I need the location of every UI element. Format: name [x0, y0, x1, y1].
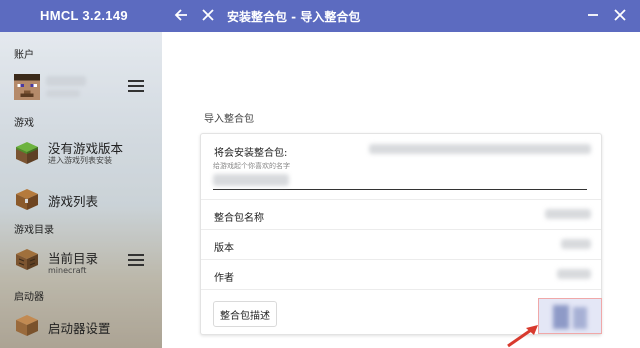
window-close-icon[interactable]: [609, 4, 631, 26]
section-game-dir-label: 游戏目录: [14, 225, 54, 236]
import-modpack-heading: 导入整合包: [204, 114, 254, 125]
player-avatar: [14, 74, 40, 100]
app-title: HMCL 3.2.149: [40, 8, 128, 23]
pack-name-row: 整合包名称: [201, 200, 601, 230]
pack-name-label: 整合包名称: [214, 213, 264, 224]
version-redacted: [561, 239, 591, 249]
page-title: 安装整合包 - 导入整合包: [227, 10, 361, 24]
modpack-description-button[interactable]: 整合包描述: [213, 301, 277, 327]
close-page-icon[interactable]: [197, 4, 219, 26]
crafting-table-icon: [14, 246, 40, 272]
launcher-settings-icon: [14, 312, 40, 338]
version-row: 版本: [201, 230, 601, 260]
version-label: 版本: [214, 243, 234, 254]
minimize-icon[interactable]: [582, 4, 604, 26]
account-menu-icon[interactable]: [128, 80, 144, 92]
current-dir-title: 当前目录: [48, 251, 99, 266]
section-account-label: 账户: [14, 50, 34, 61]
account-type-redacted: [46, 90, 80, 97]
section-game-label: 游戏: [14, 118, 34, 129]
install-button-redacted[interactable]: [538, 298, 602, 334]
game-dir-menu-icon[interactable]: [128, 254, 144, 266]
author-row: 作者: [201, 260, 601, 290]
author-redacted: [557, 269, 591, 279]
game-list-label: 游戏列表: [48, 194, 99, 209]
pack-name-redacted: [545, 209, 591, 219]
modpack-name-row: 将会安装整合包: 给游戏起个你喜欢的名字: [201, 134, 601, 200]
grass-block-icon: [14, 140, 40, 166]
to-install-label: 将会安装整合包:: [214, 148, 288, 159]
author-label: 作者: [214, 273, 234, 284]
chest-icon: [14, 186, 40, 212]
back-icon[interactable]: [170, 4, 192, 26]
no-version-subtitle: 进入游戏列表安装: [48, 156, 112, 165]
title-bar: HMCL 3.2.149 安装整合包 - 导入整合包: [0, 0, 640, 32]
account-name-redacted: [46, 76, 86, 86]
current-dir-subtitle: minecraft: [48, 266, 87, 275]
sidebar: 账户 游戏 没有游戏版本 进入游戏列表安装 游戏列表 游戏目录 当前目录 min…: [0, 32, 162, 348]
red-arrow-annotation: [507, 325, 538, 348]
game-name-hint: 给游戏起个你喜欢的名字: [213, 162, 290, 170]
section-launcher-label: 启动器: [14, 292, 44, 303]
game-name-input[interactable]: [213, 172, 587, 190]
modpack-file-redacted: [369, 144, 591, 154]
launcher-settings-label: 启动器设置: [48, 321, 111, 336]
game-name-redacted: [213, 174, 289, 186]
